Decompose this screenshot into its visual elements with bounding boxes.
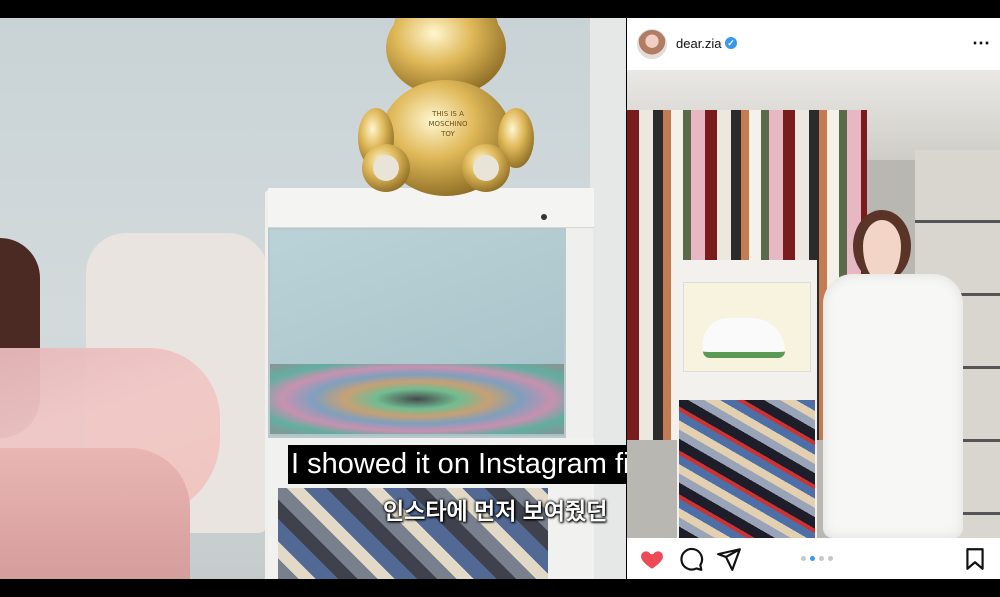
- bear-text-1: THIS IS A: [431, 110, 464, 118]
- bear-text-2: MOSCHINO: [429, 120, 468, 128]
- bear-text-3: TOY: [440, 130, 455, 138]
- post-header: dear.zia ✓ ⋯: [627, 18, 1000, 70]
- post-actions: [627, 538, 1000, 579]
- heart-filled-icon[interactable]: [639, 546, 665, 572]
- photo-sticker-collage: [679, 400, 815, 538]
- post-photo[interactable]: [627, 70, 1000, 538]
- photo-person: [819, 210, 979, 538]
- subtitle-korean: 인스타에 먼저 보여줬던: [383, 498, 608, 524]
- white-shirt-dress: [823, 274, 963, 538]
- carousel-dot: [819, 556, 824, 561]
- cabinet-display-base: [270, 364, 564, 434]
- instagram-post: dear.zia ✓ ⋯: [627, 18, 1000, 579]
- avatar[interactable]: [637, 29, 667, 59]
- letterbox-bottom: [0, 579, 1000, 597]
- comment-icon[interactable]: [678, 546, 704, 572]
- person-head: [853, 210, 911, 282]
- letterbox-top: [0, 0, 1000, 18]
- verified-badge-icon: ✓: [725, 37, 737, 49]
- carousel-dot-active: [810, 556, 815, 561]
- username[interactable]: dear.zia: [676, 36, 722, 51]
- bookmark-icon[interactable]: [962, 546, 988, 572]
- send-icon[interactable]: [716, 546, 742, 572]
- subtitle-english: I showed it on Instagram first: [288, 445, 665, 484]
- person-sleeve: [0, 448, 190, 579]
- more-options-icon[interactable]: ⋯: [970, 30, 992, 56]
- carousel-dot: [801, 556, 806, 561]
- gold-teddy-bear: THIS IS A MOSCHINO TOY: [358, 18, 534, 196]
- cabinet-sensor: [541, 214, 547, 220]
- carousel-dot: [828, 556, 833, 561]
- carousel-indicator: [801, 556, 833, 562]
